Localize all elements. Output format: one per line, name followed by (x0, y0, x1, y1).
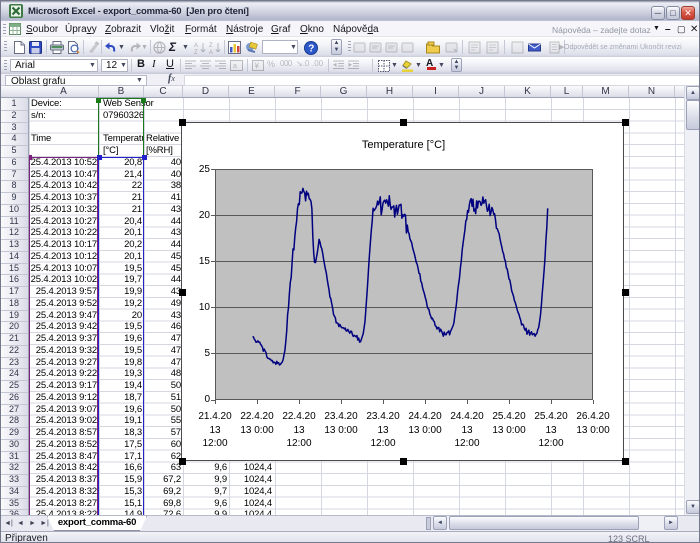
svg-text:a: a (233, 63, 237, 70)
svg-text:Z: Z (194, 50, 198, 54)
svg-text:A: A (194, 43, 198, 49)
svg-text:?: ? (308, 43, 314, 54)
svg-text:Z: Z (209, 43, 213, 49)
svg-text:¥: ¥ (254, 62, 260, 71)
svg-text:A: A (209, 50, 213, 54)
